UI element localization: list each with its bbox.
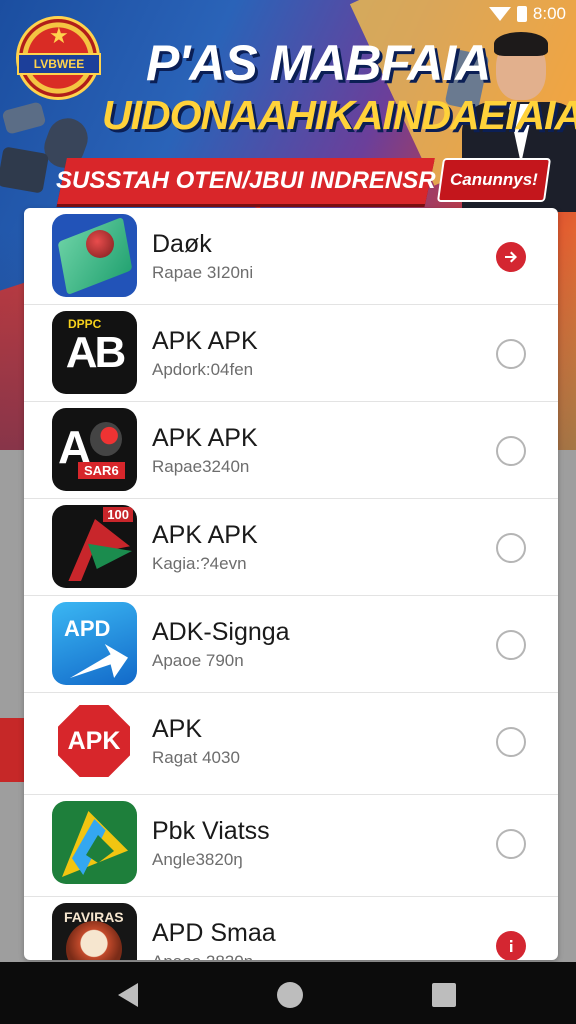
banner-ribbon: SUSSTAH OTEN/JBUI INDRENSR [56, 158, 436, 204]
banner-title-line1: P'AS MABFAIA [146, 35, 491, 91]
app-subtitle: Apaoe 2820n [152, 952, 253, 960]
app-subtitle: Kagia:?4evn [152, 554, 247, 573]
icon-label: SAR6 [78, 462, 125, 479]
gadget-illustration [1, 101, 47, 135]
wifi-icon [488, 7, 511, 21]
app-subtitle: Angle3820ŋ [152, 850, 243, 869]
list-item[interactable]: A SAR6 APK APK Rapae3240n [24, 402, 558, 499]
radio-unselected[interactable] [496, 339, 526, 369]
banner-cta-button[interactable]: Canunnys! [436, 158, 552, 202]
list-item[interactable]: DPPC AB APK APK Apdork:04fen [24, 305, 558, 402]
system-navigation-bar [0, 962, 576, 1024]
gadget-illustration [0, 146, 50, 194]
app-subtitle: Apaoe 790n [152, 651, 244, 670]
app-subtitle: Apdork:04fen [152, 360, 254, 379]
radio-unselected[interactable] [496, 829, 526, 859]
radio-selected[interactable] [496, 931, 526, 960]
app-name: APK APK [152, 327, 258, 355]
battery-icon [516, 6, 527, 22]
fox-app-icon: FAVIRAS [52, 903, 137, 960]
icon-label: AB [65, 327, 127, 377]
app-name: APK APK [152, 521, 258, 549]
radio-unselected[interactable] [496, 727, 526, 757]
logo-text: LVBWEE [17, 53, 101, 75]
status-bar: 8:00 [488, 4, 566, 24]
radio-unselected[interactable] [496, 436, 526, 466]
list-item[interactable]: FAVIRAS APD Smaa Apaoe 2820n [24, 897, 558, 960]
app-subtitle: Ragat 4030 [152, 748, 240, 767]
background-accent [0, 718, 26, 782]
list-item[interactable]: Pbk Viatss Angle3820ŋ [24, 795, 558, 897]
app-name: APK [152, 715, 203, 743]
list-item[interactable]: 100 APK APK Kagia:?4evn [24, 499, 558, 596]
star-icon: ★ [49, 23, 69, 48]
icon-label: 100 [103, 507, 133, 522]
banner-title-line2: UIDONAAHIKAINDAEIAIA [102, 92, 576, 138]
list-item[interactable]: APD ADK-Signga Apaoe 790n [24, 596, 558, 693]
app-subtitle: Rapae3240n [152, 457, 250, 476]
apk-octagon-icon: APK [52, 699, 137, 782]
banner-ribbon-text: SUSSTAH OTEN/JBUI INDRENSR [56, 167, 436, 194]
back-icon[interactable] [118, 983, 138, 1007]
app-name: APD Smaa [152, 919, 276, 947]
icon-label: DPPC [68, 317, 102, 331]
radio-unselected[interactable] [496, 630, 526, 660]
a-bird-app-icon: A SAR6 [52, 408, 137, 491]
app-name: Pbk Viatss [152, 817, 270, 845]
list-item[interactable]: Daøk Rapae 3I20ni [24, 208, 558, 305]
app-selection-list: Daøk Rapae 3I20ni DPPC AB APK APK Apdork… [24, 208, 558, 960]
brand-logo: ★ LVBWEE [16, 16, 101, 100]
radio-selected[interactable] [496, 242, 526, 272]
app-name: APK APK [152, 424, 258, 452]
status-time: 8:00 [532, 4, 566, 23]
icon-label: APD [64, 616, 111, 641]
apd-app-icon: APD [52, 602, 137, 685]
info-icon [510, 940, 513, 952]
radio-unselected[interactable] [496, 533, 526, 563]
banner-cta-label: Canunnys! [450, 170, 538, 189]
list-item[interactable]: APK APK Ragat 4030 [24, 693, 558, 795]
arrow-right-icon [505, 251, 517, 263]
triangle-app-icon: 100 [52, 505, 137, 588]
app-name: ADK-Signga [152, 618, 290, 646]
app-name: Daøk [152, 230, 212, 258]
icon-label: APK [58, 705, 130, 777]
ab-app-icon: DPPC AB [52, 311, 137, 394]
book-app-icon [52, 214, 137, 297]
app-subtitle: Rapae 3I20ni [152, 263, 254, 282]
recents-icon[interactable] [432, 983, 456, 1007]
home-icon[interactable] [277, 982, 303, 1008]
kite-app-icon [52, 801, 137, 884]
